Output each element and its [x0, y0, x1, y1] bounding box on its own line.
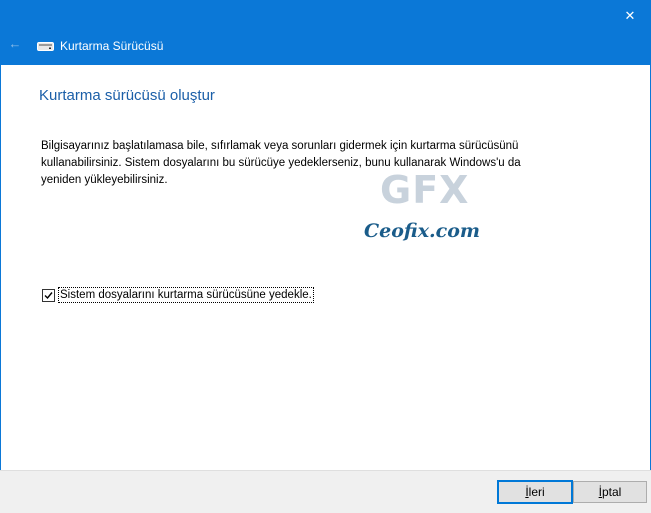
- page-title: Kurtarma sürücüsü oluştur: [39, 87, 215, 104]
- backup-checkbox[interactable]: [42, 288, 55, 302]
- cancel-button-label: ptal: [601, 485, 622, 499]
- close-button[interactable]: ✕: [615, 2, 645, 30]
- backup-checkbox-label[interactable]: Sistem dosyalarını kurtarma sürücüsüne y…: [58, 287, 314, 303]
- watermark: GFX Ceofix.com: [358, 168, 488, 254]
- next-button[interactable]: İleri: [497, 480, 573, 504]
- main-panel: [0, 65, 651, 470]
- cancel-button[interactable]: İptal: [573, 481, 647, 503]
- drive-icon: [37, 42, 54, 51]
- checkmark-icon: [44, 291, 53, 299]
- back-button[interactable]: ←: [6, 33, 24, 55]
- watermark-logo: GFX: [380, 168, 470, 212]
- title-bar: ✕ ← Kurtarma Sürücüsü: [0, 0, 651, 65]
- close-icon: ✕: [624, 8, 636, 23]
- backup-option[interactable]: Sistem dosyalarını kurtarma sürücüsüne y…: [42, 287, 314, 303]
- watermark-text: Ceofix.com: [364, 220, 480, 242]
- window-title: Kurtarma Sürücüsü: [60, 39, 164, 53]
- back-arrow-icon: ←: [8, 36, 22, 51]
- description-line: Bilgisayarınız başlatılamasa bile, sıfır…: [41, 140, 519, 152]
- next-button-label: leri: [528, 485, 545, 499]
